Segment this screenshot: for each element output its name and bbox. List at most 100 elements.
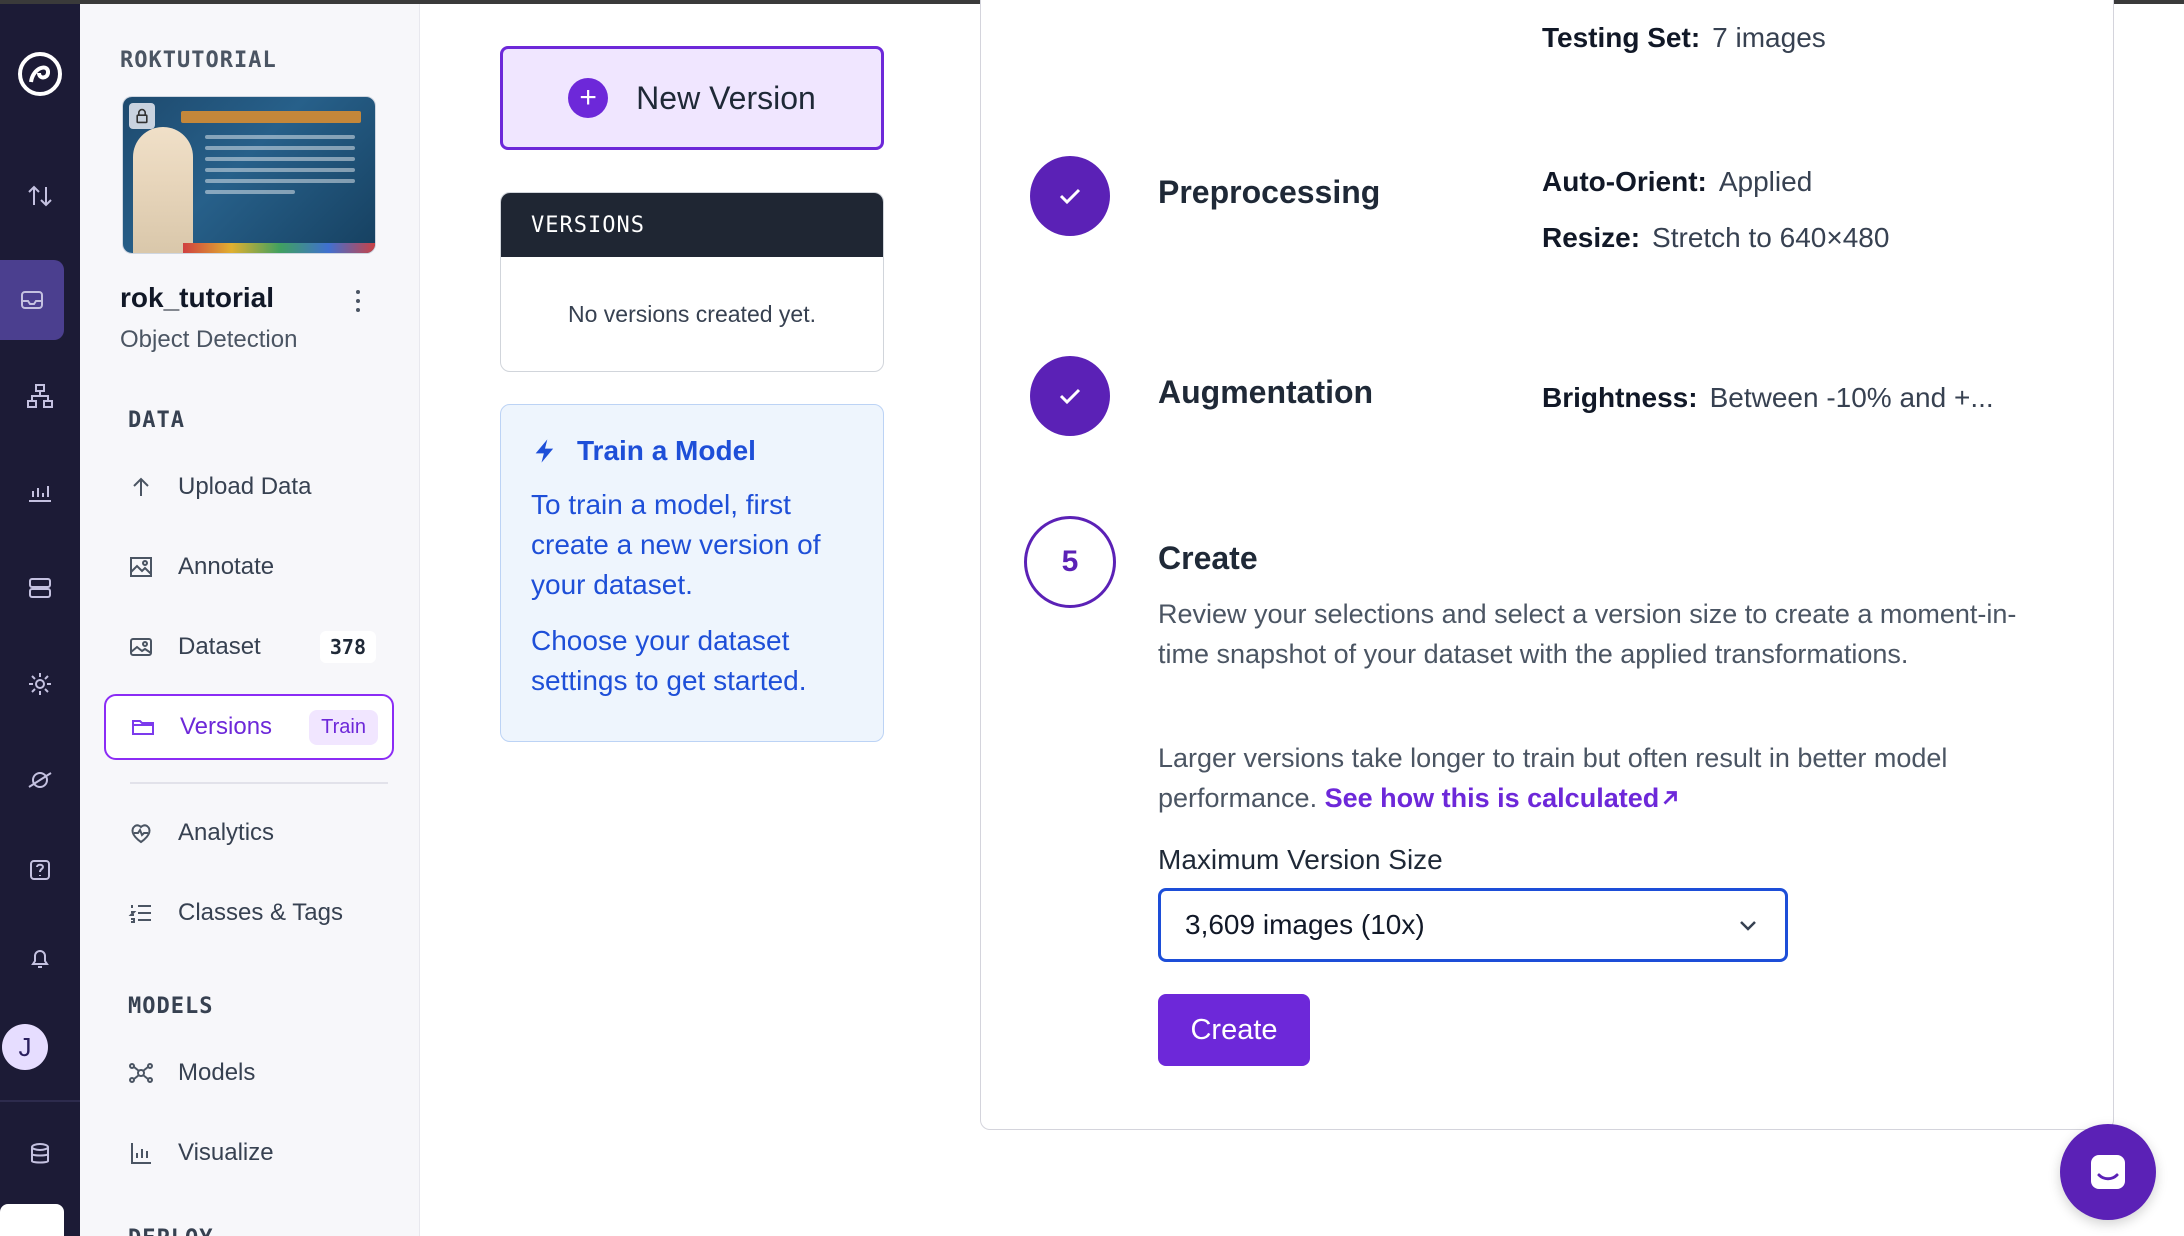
testing-set-key: Testing Set: <box>1542 22 1701 53</box>
dataset-count-badge: 378 <box>319 631 376 663</box>
select-value: 3,609 images (10x) <box>1185 909 1425 940</box>
project-type: Object Detection <box>120 326 298 353</box>
plus-icon: + <box>568 78 609 118</box>
sidebar-item-label: Visualize <box>178 1139 274 1166</box>
sidebar-item-label: Analytics <box>178 819 275 846</box>
annotate-image-icon <box>130 557 152 577</box>
chat-launcher[interactable] <box>2060 1124 2156 1220</box>
section-label-models: MODELS <box>128 994 214 1019</box>
create-title: Create <box>1158 540 1258 576</box>
sidebar-item-versions[interactable]: Versions Train <box>104 694 394 760</box>
resize-value: Stretch to 640×480 <box>1652 222 1890 253</box>
calculation-link[interactable]: See how this is calculated <box>1325 783 1682 813</box>
sidebar-item-dataset[interactable]: Dataset 378 <box>104 614 394 680</box>
logo-icon[interactable] <box>0 34 80 114</box>
heart-pulse-icon <box>131 824 151 844</box>
create-button[interactable]: Create <box>1158 994 1310 1066</box>
create-note: Larger versions take longer to train but… <box>1158 738 2058 818</box>
avatar-initial: J <box>18 1031 32 1062</box>
thumbnail-text-lines <box>205 135 355 201</box>
bar-chart-icon <box>131 1143 151 1164</box>
satellite-icon[interactable] <box>0 740 80 820</box>
train-model-line1: To train a model, first create a new ver… <box>531 489 821 600</box>
augmentation-title: Augmentation <box>1158 374 1374 410</box>
icon-rail: J <box>0 4 80 1236</box>
rail-bottom-tab[interactable] <box>0 1204 64 1236</box>
create-step-number: 5 <box>1024 516 1116 608</box>
folder-icon <box>132 720 154 735</box>
chat-icon <box>2091 1155 2125 1189</box>
gear-icon[interactable] <box>0 644 80 724</box>
workspace-name: ROKTUTORIAL <box>120 48 277 73</box>
sidebar-item-label: Models <box>178 1059 256 1086</box>
chevron-down-icon <box>1740 921 1756 931</box>
rail-divider <box>0 1100 80 1102</box>
inbox-icon[interactable] <box>0 260 64 340</box>
resize-row: Resize: Stretch to 640×480 <box>1542 222 1889 254</box>
section-label-deploy: DEPLOY <box>128 1226 213 1236</box>
database-icon[interactable] <box>0 1114 80 1194</box>
thumbnail-banner <box>181 111 361 123</box>
project-sidebar: ROKTUTORIAL rok_tutorial Object Detectio… <box>80 4 420 1236</box>
preprocessing-step-check <box>1030 156 1110 236</box>
brightness-row: Brightness: Between -10% and +... <box>1542 382 1994 414</box>
help-icon[interactable] <box>0 830 80 910</box>
sidebar-item-label: Versions <box>180 713 273 740</box>
external-link-icon <box>1663 791 1678 805</box>
user-avatar[interactable]: J <box>2 1024 48 1070</box>
sidebar-item-visualize[interactable]: Visualize <box>104 1120 394 1186</box>
max-version-size-label: Maximum Version Size <box>1158 844 1443 875</box>
chart-icon[interactable] <box>0 452 80 532</box>
bell-icon[interactable] <box>0 918 80 998</box>
step-number: 5 <box>1061 545 1079 578</box>
train-model-line2: Choose your dataset settings to get star… <box>531 625 807 696</box>
thumbnail-figure <box>133 127 193 253</box>
testing-set-value: 7 images <box>1712 22 1826 53</box>
auto-orient-row: Auto-Orient: Applied <box>1542 166 1812 198</box>
train-title-text: Train a Model <box>577 435 756 466</box>
brightness-key: Brightness: <box>1542 382 1698 413</box>
image-gallery-icon <box>130 638 152 656</box>
sidebar-item-models[interactable]: Models <box>104 1040 394 1106</box>
max-version-size-select[interactable]: 3,609 images (10x) <box>1158 888 1788 962</box>
brightness-value: Between -10% and +... <box>1709 382 1994 413</box>
section-label-data: DATA <box>128 408 185 433</box>
sidebar-item-label: Annotate <box>178 553 275 580</box>
lightning-icon <box>535 439 554 463</box>
thumbnail-bottom-bar <box>183 243 375 253</box>
sidebar-item-annotate[interactable]: Annotate <box>104 534 394 600</box>
more-options-icon[interactable] <box>348 286 368 316</box>
check-icon <box>1059 188 1081 205</box>
versions-empty-text: No versions created yet. <box>567 301 816 327</box>
project-thumbnail[interactable] <box>122 96 376 254</box>
auto-orient-value: Applied <box>1718 166 1813 197</box>
model-network-icon <box>129 1063 153 1083</box>
sidebar-item-label: Dataset <box>178 633 261 660</box>
auto-orient-key: Auto-Orient: <box>1542 166 1707 197</box>
sidebar-divider <box>130 782 388 784</box>
testing-set-row: Testing Set: 7 images <box>1542 22 1826 54</box>
resize-key: Resize: <box>1542 222 1641 253</box>
create-description: Review your selections and select a vers… <box>1158 599 2017 669</box>
check-icon <box>1059 388 1081 405</box>
versions-list-card: VERSIONS No versions created yet. <box>500 192 884 372</box>
sidebar-item-analytics[interactable]: Analytics <box>104 800 394 866</box>
sidebar-item-label: Upload Data <box>178 473 312 500</box>
augmentation-step-check <box>1030 356 1110 436</box>
project-name: rok_tutorial <box>120 282 275 313</box>
sort-arrows-icon[interactable] <box>0 156 80 236</box>
sidebar-item-label: Classes & Tags <box>178 899 343 926</box>
sidebar-item-classes-tags[interactable]: Classes & Tags <box>104 880 394 946</box>
sidebar-item-upload-data[interactable]: Upload Data <box>104 454 394 520</box>
server-icon[interactable] <box>0 548 80 628</box>
preprocessing-title: Preprocessing <box>1158 174 1381 210</box>
hierarchy-icon[interactable] <box>0 356 80 436</box>
upload-arrow-icon <box>133 477 149 496</box>
train-badge: Train <box>309 709 378 745</box>
new-version-label: New Version <box>636 79 816 116</box>
lock-icon <box>129 103 155 129</box>
list-numbered-icon <box>128 905 151 923</box>
new-version-button[interactable]: + New Version <box>500 46 884 150</box>
train-model-callout: Train a Model To train a model, first cr… <box>500 404 884 742</box>
calculation-link-text: See how this is calculated <box>1324 783 1660 813</box>
